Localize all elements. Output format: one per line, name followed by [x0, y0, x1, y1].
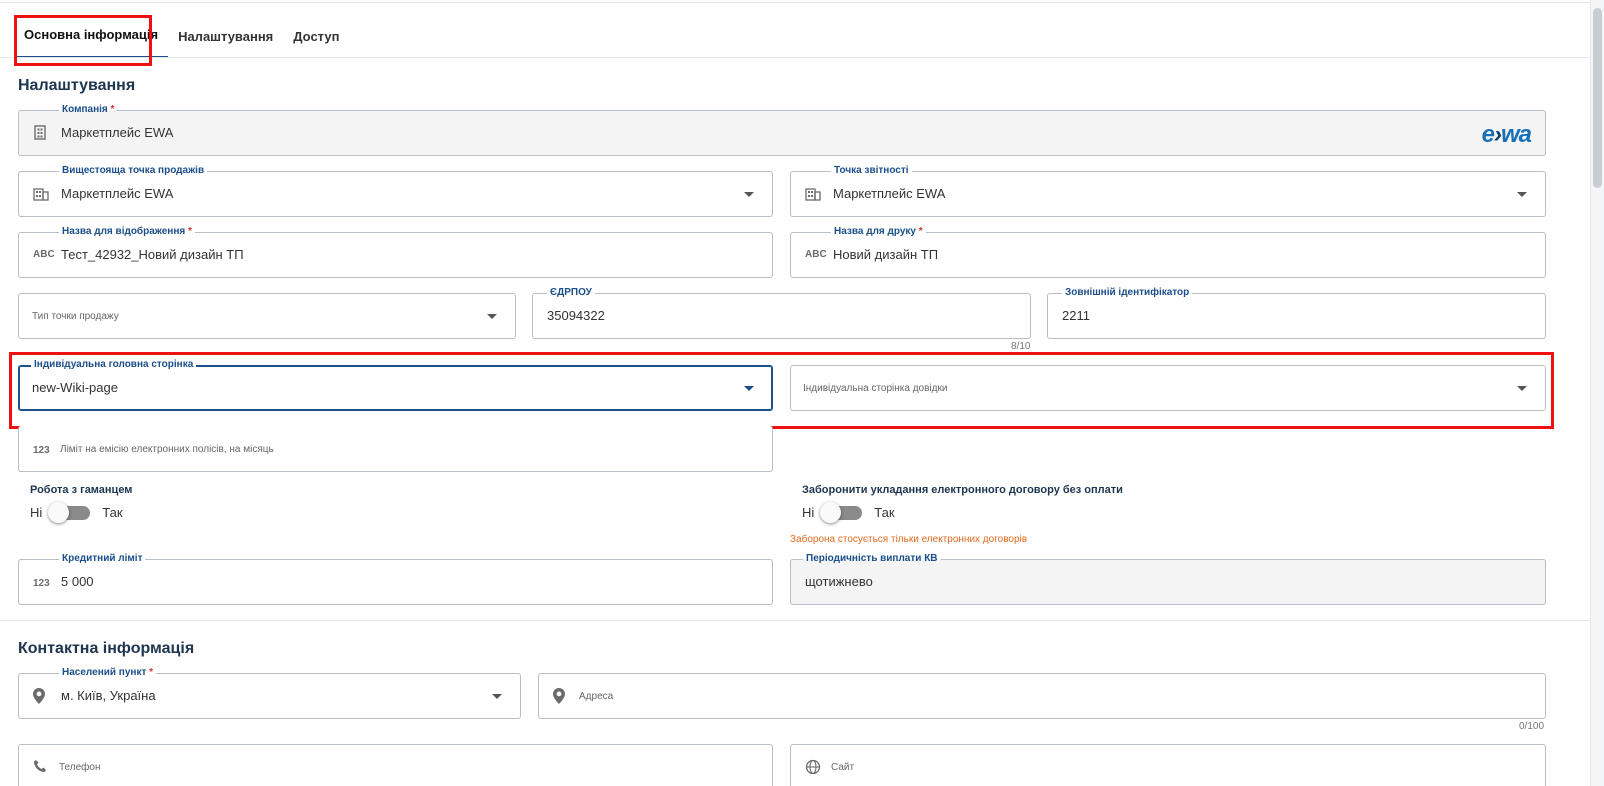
forbid-unpaid-note: Заборона стосується тільки електронних д…	[790, 534, 1028, 545]
payout-period-label: Періодичність виплати КВ	[803, 552, 941, 566]
external-id-label: Зовнішній ідентифікатор	[1062, 286, 1193, 300]
forbid-unpaid-off-label: Ні	[802, 505, 815, 520]
wallet-toggle[interactable]	[48, 501, 91, 523]
abc-text-icon: ABC	[805, 249, 827, 260]
reporting-point-label: Точка звітності	[831, 164, 912, 178]
custom-help-page-select[interactable]: Індивідуальна сторінка довідки	[790, 365, 1546, 411]
forbid-unpaid-toggle-group: Заборонити укладання електронного догово…	[802, 484, 1123, 523]
tabs-divider	[0, 57, 1590, 58]
edrpou-input[interactable]: 35094322	[547, 308, 605, 323]
phone-placeholder: Телефон	[59, 762, 101, 773]
numeric-123-icon: 123	[33, 578, 50, 589]
point-type-select[interactable]: Тип точки продажу	[18, 293, 516, 339]
reporting-point-value: Маркетплейс EWA	[833, 186, 946, 201]
parent-point-value: Маркетплейс EWA	[61, 186, 174, 201]
company-label: Компанія *	[59, 103, 118, 117]
section-divider	[0, 620, 1590, 621]
address-placeholder: Адреса	[579, 691, 614, 702]
reporting-point-select[interactable]: Точка звітності Маркетплейс EWA	[790, 164, 1546, 217]
ewa-logo: e›wa	[1481, 121, 1532, 148]
edrpou-label: ЄДРПОУ	[547, 286, 595, 300]
tab-main-info[interactable]: Основна інформація	[14, 27, 169, 58]
policy-limit-placeholder: Ліміт на емісію електронних полісів, на …	[60, 444, 274, 455]
display-name-label: Назва для відображення *	[59, 225, 195, 239]
scrollbar-thumb[interactable]	[1593, 8, 1602, 188]
chevron-down-icon[interactable]	[744, 192, 754, 197]
custom-home-page-label: Індивідуальна головна сторінка	[31, 358, 197, 372]
credit-limit-input[interactable]: 5 000	[61, 574, 94, 589]
custom-home-page-select[interactable]: Індивідуальна головна сторінка new-Wiki-…	[18, 358, 773, 411]
abc-text-icon: ABC	[33, 249, 55, 260]
company-value: Маркетплейс EWA	[61, 125, 174, 140]
site-placeholder: Сайт	[831, 762, 855, 773]
wallet-toggle-group: Робота з гаманцем Ні Так	[30, 484, 133, 523]
tab-bar: Основна інформація Налаштування Доступ	[14, 18, 349, 58]
policy-limit-field[interactable]: 123 Ліміт на емісію електронних полісів,…	[18, 426, 773, 472]
chevron-down-icon[interactable]	[487, 314, 497, 319]
tab-settings[interactable]: Налаштування	[168, 29, 283, 58]
print-name-field[interactable]: Назва для друку * ABC Новий дизайн ТП	[790, 225, 1546, 278]
forbid-unpaid-on-label: Так	[874, 505, 895, 520]
custom-help-page-placeholder: Індивідуальна сторінка довідки	[803, 383, 948, 394]
payout-period-value: щотижнево	[805, 574, 873, 589]
building-icon	[33, 125, 49, 141]
city-select[interactable]: Населений пункт * м. Київ, Україна	[18, 666, 521, 719]
chevron-down-icon[interactable]	[1517, 386, 1527, 391]
wallet-off-label: Ні	[30, 505, 43, 520]
globe-icon	[805, 759, 821, 775]
tab-access[interactable]: Доступ	[283, 29, 349, 58]
forbid-unpaid-label: Заборонити укладання електронного догово…	[802, 484, 1123, 496]
point-type-placeholder: Тип точки продажу	[32, 311, 119, 322]
wallet-label: Робота з гаманцем	[30, 484, 133, 496]
phone-icon	[33, 759, 49, 775]
parent-point-select[interactable]: Вищестояща точка продажів Маркетплейс EW…	[18, 164, 773, 217]
chevron-down-icon[interactable]	[744, 386, 754, 391]
chevron-down-icon[interactable]	[492, 694, 502, 699]
display-name-input[interactable]: Тест_42932_Новий дизайн ТП	[61, 247, 244, 262]
location-pin-icon	[33, 688, 49, 704]
edrpou-field[interactable]: ЄДРПОУ 35094322	[532, 286, 1031, 339]
scrollbar[interactable]	[1590, 0, 1604, 786]
city-value: м. Київ, Україна	[61, 688, 156, 703]
custom-home-page-input[interactable]: new-Wiki-page	[32, 380, 118, 395]
address-counter: 0/100	[1519, 721, 1545, 732]
credit-limit-label: Кредитний ліміт	[59, 552, 146, 566]
external-id-input[interactable]: 2211	[1062, 308, 1090, 323]
print-name-input[interactable]: Новий дизайн ТП	[833, 247, 938, 262]
numeric-123-icon: 123	[33, 445, 50, 456]
building-icon	[33, 186, 49, 202]
settings-section-title: Налаштування	[18, 77, 136, 94]
credit-limit-field[interactable]: Кредитний ліміт 123 5 000	[18, 552, 773, 605]
print-name-label: Назва для друку *	[831, 225, 926, 239]
company-field: Компанія * Маркетплейс EWA e›wa	[18, 103, 1546, 156]
external-id-field[interactable]: Зовнішній ідентифікатор 2211	[1047, 286, 1546, 339]
display-name-field[interactable]: Назва для відображення * ABC Тест_42932_…	[18, 225, 773, 278]
contacts-section-title: Контактна інформація	[18, 640, 195, 657]
payout-period-field: Періодичність виплати КВ щотижнево	[790, 552, 1546, 605]
parent-point-label: Вищестояща точка продажів	[59, 164, 208, 178]
address-field[interactable]: Адреса	[538, 673, 1546, 719]
building-icon	[805, 186, 821, 202]
city-label: Населений пункт *	[59, 666, 157, 680]
wallet-on-label: Так	[102, 505, 123, 520]
phone-field[interactable]: Телефон	[18, 744, 773, 786]
forbid-unpaid-toggle[interactable]	[820, 501, 863, 523]
site-field[interactable]: Сайт	[790, 744, 1546, 786]
chevron-down-icon[interactable]	[1517, 192, 1527, 197]
location-pin-icon	[553, 688, 569, 704]
edrpou-counter: 8/10	[1011, 341, 1031, 352]
